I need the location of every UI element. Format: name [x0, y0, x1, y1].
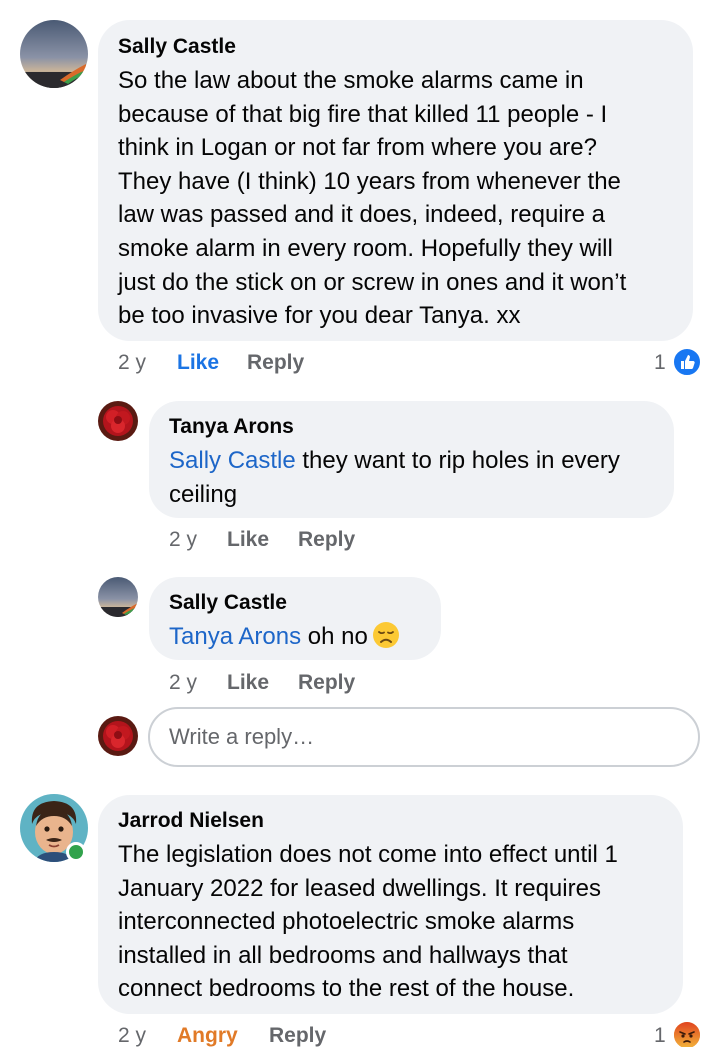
- reaction-count: 1: [654, 351, 666, 374]
- reply-timestamp[interactable]: 2 y: [169, 526, 197, 554]
- reaction-summary[interactable]: 1: [654, 1020, 704, 1047]
- reply-author[interactable]: Sally Castle: [169, 589, 421, 617]
- avatar-tanya-arons[interactable]: [98, 401, 138, 441]
- reaction-summary[interactable]: 1: [654, 347, 704, 379]
- mention-link[interactable]: Tanya Arons: [169, 623, 301, 650]
- reply-actions: 2 y Like Reply: [169, 526, 469, 554]
- reaction-count: 1: [654, 1024, 666, 1047]
- comment-actions: 2 y Like Reply: [118, 349, 678, 377]
- comment-author[interactable]: Jarrod Nielsen: [118, 807, 663, 835]
- angry-reaction-button[interactable]: Angry: [177, 1022, 238, 1047]
- like-button[interactable]: Like: [227, 669, 269, 697]
- like-button[interactable]: Like: [177, 349, 219, 377]
- reply-bubble: Tanya Arons Sally Castle they want to ri…: [149, 401, 674, 518]
- comment-text: The legislation does not come into effec…: [118, 841, 618, 1003]
- comment-thread: Sally Castle So the law about the smoke …: [0, 0, 720, 1047]
- comment-timestamp[interactable]: 2 y: [118, 1022, 146, 1047]
- comment-timestamp[interactable]: 2 y: [118, 349, 146, 377]
- reply-actions: 2 y Like Reply: [169, 669, 469, 697]
- reply-bubble: Sally Castle Tanya Arons oh no: [149, 577, 441, 660]
- comment-text: So the law about the smoke alarms came i…: [118, 67, 627, 330]
- reply-text: Tanya Arons oh no: [169, 620, 421, 654]
- angry-face-icon: [672, 1020, 702, 1047]
- reply-text-content: oh no: [301, 623, 368, 650]
- online-status-indicator: [66, 842, 86, 862]
- reply-timestamp[interactable]: 2 y: [169, 669, 197, 697]
- mention-link[interactable]: Sally Castle: [169, 447, 296, 474]
- reply-author[interactable]: Tanya Arons: [169, 413, 654, 441]
- reply-text: Sally Castle they want to rip holes in e…: [169, 444, 654, 511]
- reply-button[interactable]: Reply: [298, 669, 355, 697]
- comment-actions: 2 y Angry Reply: [118, 1022, 678, 1047]
- avatar-current-user[interactable]: [98, 716, 138, 756]
- comment-author[interactable]: Sally Castle: [118, 33, 673, 61]
- reply-button[interactable]: Reply: [269, 1022, 326, 1047]
- comment-bubble: Jarrod Nielsen The legislation does not …: [98, 795, 683, 1014]
- reply-button[interactable]: Reply: [298, 526, 355, 554]
- comment-bubble: Sally Castle So the law about the smoke …: [98, 20, 693, 341]
- avatar-sally-castle[interactable]: [98, 577, 138, 617]
- like-button[interactable]: Like: [227, 526, 269, 554]
- like-icon: [672, 347, 702, 377]
- reply-button[interactable]: Reply: [247, 349, 304, 377]
- reply-input[interactable]: [148, 707, 700, 767]
- avatar-sally-castle[interactable]: [20, 20, 88, 88]
- disappointed-face-icon: [372, 622, 399, 648]
